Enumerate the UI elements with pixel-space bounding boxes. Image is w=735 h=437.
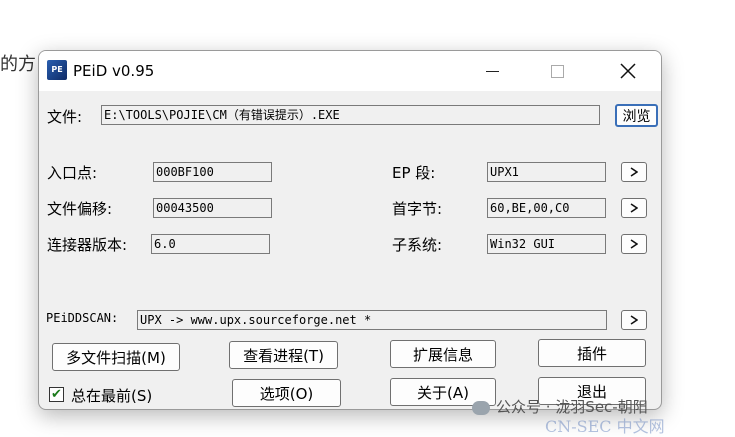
background-text: 的方	[0, 54, 36, 75]
file-label: 文件:	[47, 108, 83, 126]
file-offset-field[interactable]: 00043500	[153, 198, 272, 218]
peid-app-icon: PE	[47, 60, 67, 80]
chevron-right-icon	[630, 167, 638, 177]
scan-label: PEiDDSCAN:	[46, 311, 119, 325]
subsystem-field[interactable]: Win32 GUI	[487, 234, 606, 254]
always-on-top-checkbox[interactable]: ✔	[49, 387, 64, 402]
chevron-right-icon	[630, 203, 638, 213]
extensions-button[interactable]: 扩展信息	[390, 340, 496, 368]
file-path-field[interactable]: E:\TOOLS\POJIE\CM（有错误提示）.EXE	[101, 105, 600, 125]
subsystem-label: 子系统:	[392, 236, 443, 254]
minimize-button[interactable]	[469, 51, 515, 91]
always-on-top-label: 总在最前(S)	[71, 387, 153, 405]
maximize-button[interactable]	[534, 51, 580, 91]
close-icon	[620, 63, 636, 79]
close-button[interactable]	[605, 51, 651, 91]
entry-point-label: 入口点:	[47, 164, 98, 182]
ep-section-detail-button[interactable]	[621, 162, 647, 182]
multi-scan-button[interactable]: 多文件扫描(M)	[52, 343, 180, 371]
plugins-button[interactable]: 插件	[538, 339, 646, 367]
ep-section-label: EP 段:	[392, 164, 436, 182]
ep-section-field[interactable]: UPX1	[487, 162, 606, 182]
chevron-right-icon	[630, 239, 638, 249]
subsystem-detail-button[interactable]	[621, 234, 647, 254]
entry-point-field[interactable]: 000BF100	[153, 162, 272, 182]
peid-window: PE PEiD v0.95 文件: E:\TOOLS\POJIE\CM（有错误提…	[38, 50, 662, 410]
first-bytes-field[interactable]: 60,BE,00,C0	[487, 198, 606, 218]
wechat-icon	[472, 400, 490, 415]
minimize-icon	[485, 70, 499, 72]
first-bytes-label: 首字节:	[392, 200, 443, 218]
options-button[interactable]: 选项(O)	[232, 379, 341, 407]
scan-result-field[interactable]: UPX -> www.upx.sourceforge.net *	[137, 310, 607, 330]
browse-button[interactable]: 浏览	[615, 104, 658, 127]
first-bytes-detail-button[interactable]	[621, 198, 647, 218]
file-offset-label: 文件偏移:	[47, 200, 113, 218]
scan-detail-button[interactable]	[621, 310, 647, 330]
linker-version-field[interactable]: 6.0	[151, 234, 270, 254]
window-title: PEiD v0.95	[73, 62, 155, 80]
chevron-right-icon	[630, 315, 638, 325]
title-bar[interactable]: PE PEiD v0.95	[39, 51, 661, 91]
linker-version-label: 连接器版本:	[47, 236, 128, 254]
view-process-button[interactable]: 查看进程(T)	[229, 341, 338, 369]
maximize-icon	[550, 64, 564, 78]
site-watermark: CN-SEC 中文网	[545, 417, 665, 436]
